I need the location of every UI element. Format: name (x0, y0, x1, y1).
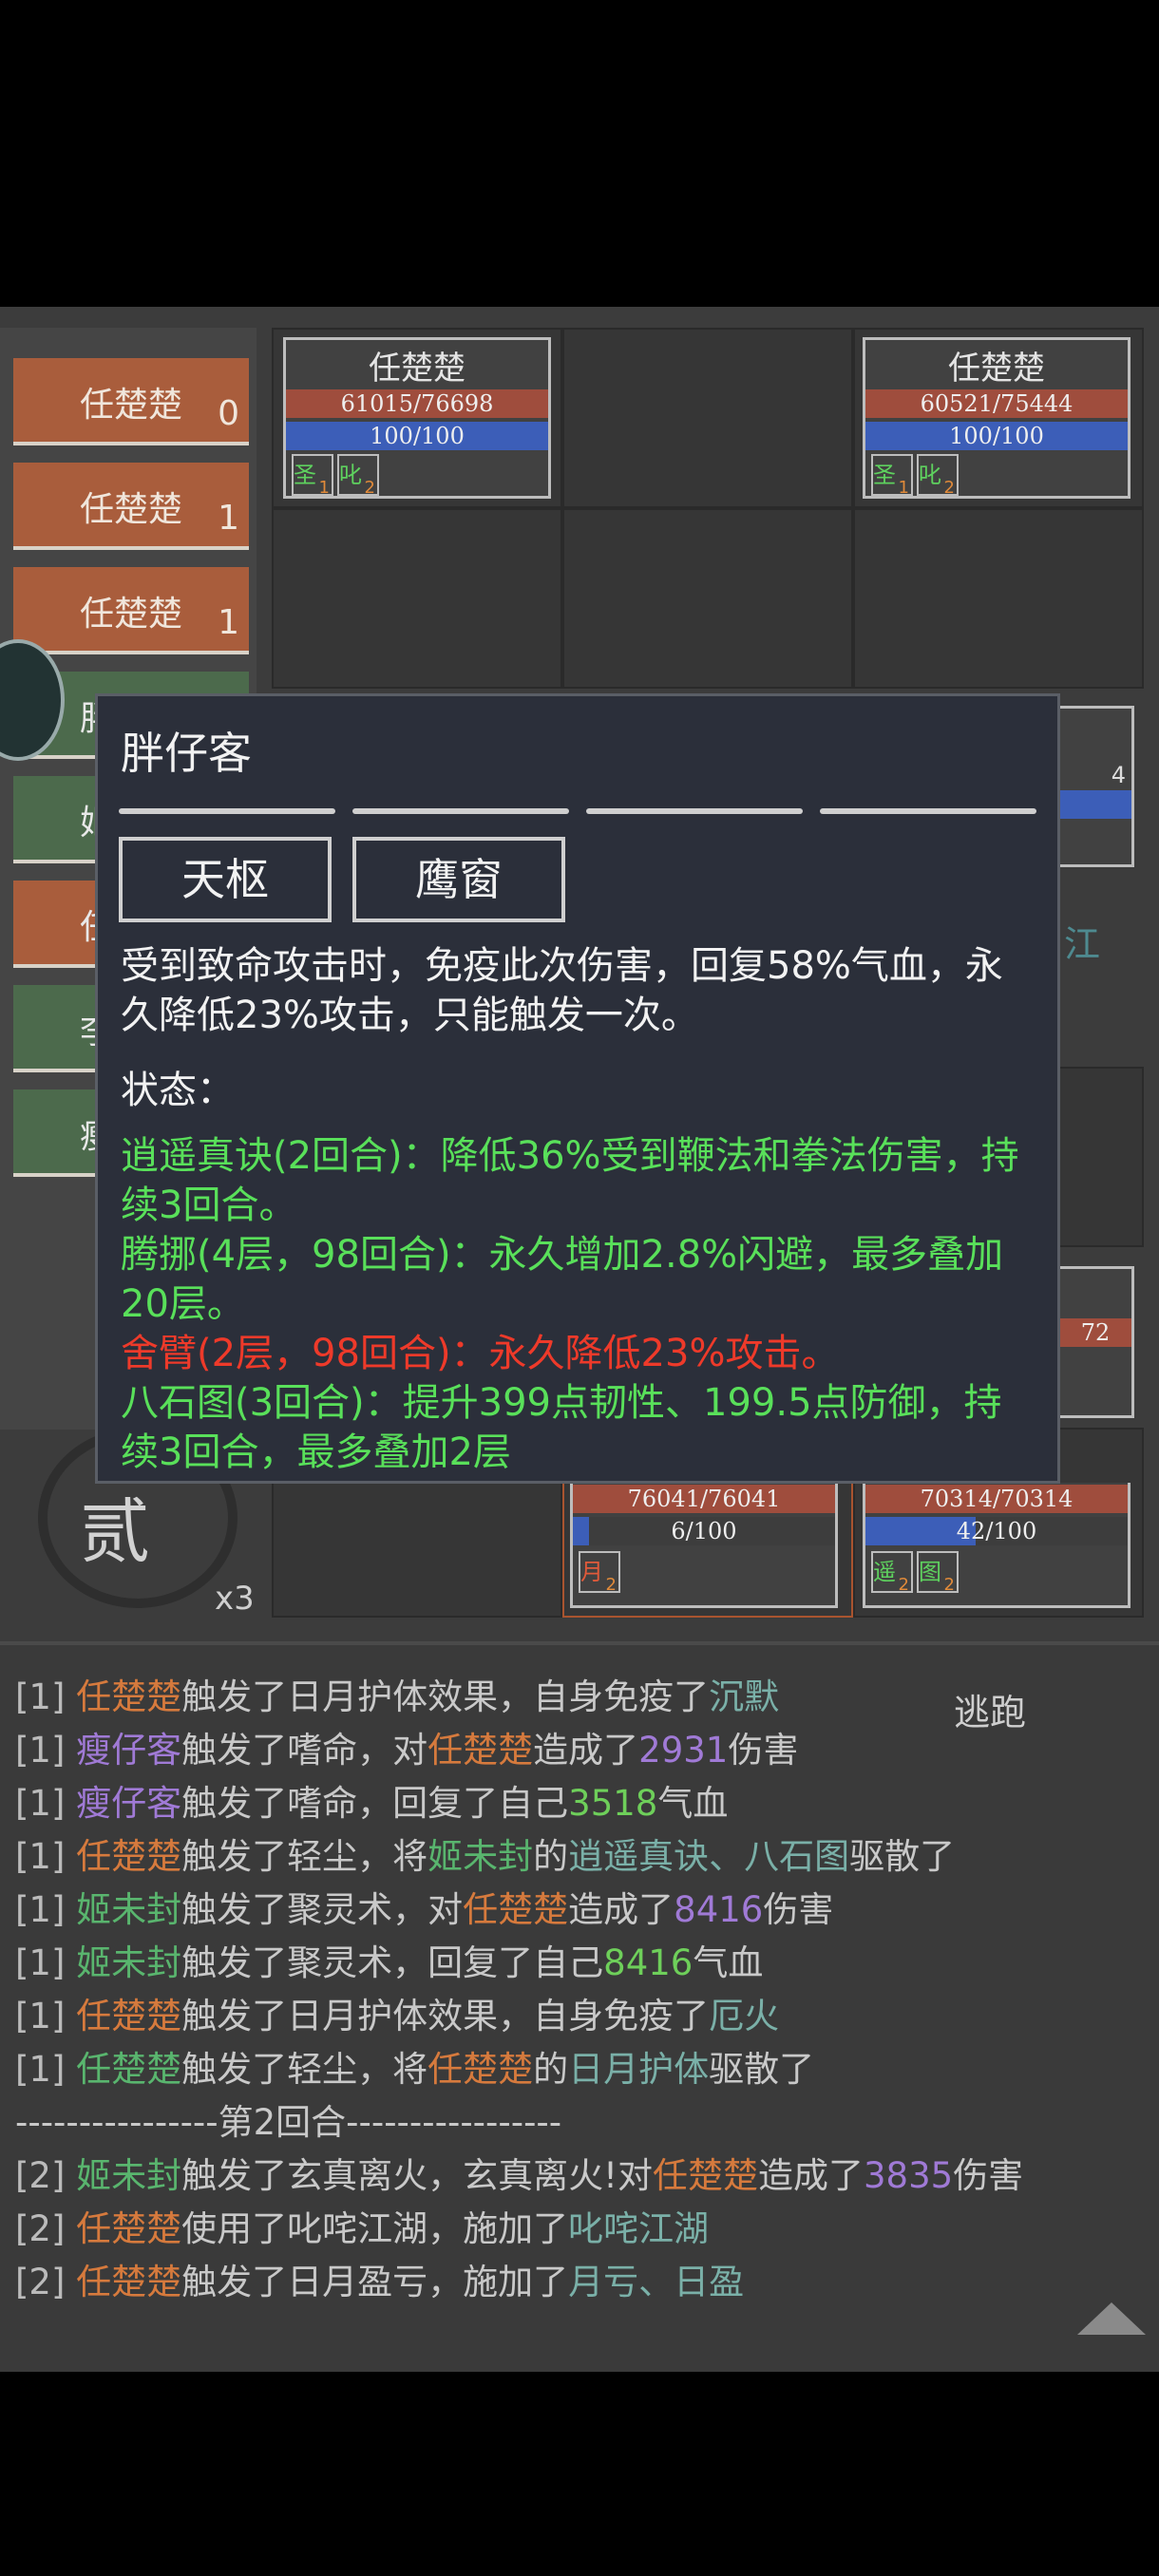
turn-name: 任楚楚 (80, 490, 183, 529)
log-entry: [1] 姬未封触发了聚灵术，回复了自己8416气血 (15, 1942, 764, 1983)
grid-cell[interactable] (562, 328, 853, 508)
unit-name: 任楚楚 (369, 350, 466, 388)
status-entry: 八石图(3回合)：提升399点韧性、199.5点防御，持续3回合，最多叠加2层 (121, 1381, 1002, 1474)
log-entry: [1] 任楚楚触发了轻尘，将任楚楚的日月护体驱散了 (15, 2049, 815, 2090)
log-entry: [1] 姬未封触发了聚灵术，对任楚楚造成了8416伤害 (15, 1889, 834, 1930)
river-label: 江 (1064, 923, 1101, 965)
unit-card[interactable]: 任楚楚 60521/75444 100/100 圣1 叱2 (863, 337, 1130, 499)
log-entry: [2] 姬未封触发了玄真离火，玄真离火!对任楚楚造成了3835伤害 (15, 2155, 1024, 2196)
status-entry: 舍臂(2层，98回合)：永久降低23%攻击。 (121, 1332, 840, 1375)
unit-card-partial[interactable]: 4 (1056, 706, 1134, 867)
trait-tag[interactable]: 天枢 (119, 837, 332, 922)
trait-description: 受到致命攻击时，免疫此次伤害，回复58%气血，永久降低23%攻击，只能触发一次。 (121, 944, 1003, 1037)
status-label: 状态： (121, 1069, 235, 1112)
hp-bar: 61015/76698 (286, 389, 548, 418)
turn-order-item[interactable]: 任楚楚 1 (13, 463, 249, 550)
flee-button[interactable]: 逃跑 (954, 1683, 1026, 1735)
scroll-up-icon[interactable] (1077, 2302, 1146, 2335)
grid-cell[interactable] (562, 508, 853, 689)
buff-icon[interactable]: 遥2 (871, 1551, 913, 1595)
unit-card-partial[interactable]: 72 (1056, 1266, 1134, 1418)
buff-icon[interactable]: 月2 (579, 1551, 620, 1595)
turn-name: 任楚楚 (80, 595, 183, 634)
buff-icon[interactable]: 圣1 (871, 454, 913, 498)
speed-button[interactable]: x3 (215, 1580, 255, 1618)
log-entry: ----------------第2回合----------------- (15, 2102, 562, 2143)
round-number: 贰 (80, 1491, 150, 1573)
status-entry: 逍遥真诀(2回合)：降低36%受到鞭法和拳法伤害，持续3回合。 (121, 1134, 1019, 1227)
divider (352, 808, 569, 814)
divider (586, 808, 803, 814)
buff-icon[interactable]: 图2 (917, 1551, 959, 1595)
grid-cell[interactable] (1054, 1067, 1144, 1247)
log-entry: [1] 任楚楚触发了日月护体效果，自身免疫了厄火 (15, 1996, 780, 2036)
buff-icon[interactable]: 叱2 (337, 454, 379, 498)
turn-number: 1 (218, 499, 239, 538)
unit-tooltip: 胖仔客 天枢 鹰窗 受到致命攻击时，免疫此次伤害，回复58%气血，永久降低23%… (95, 693, 1060, 1484)
hp-bar: 76041/76041 (573, 1485, 835, 1513)
mp-bar: 6/100 (573, 1517, 835, 1545)
log-entry: [2] 任楚楚触发了日月盈亏，施加了月亏、日盈 (15, 2262, 745, 2302)
divider (119, 808, 335, 814)
turn-order-item[interactable]: 任楚楚 1 (13, 567, 249, 654)
grid-cell[interactable] (272, 508, 562, 689)
log-entry: [2] 任楚楚使用了叱咤江湖，施加了叱咤江湖 (15, 2208, 710, 2249)
grid-cell[interactable] (853, 508, 1144, 689)
hp-bar: 60521/75444 (865, 389, 1128, 418)
status-entry: 腾挪(4层，98回合)：永久增加2.8%闪避，最多叠加20层。 (121, 1233, 1004, 1326)
tooltip-unit-name: 胖仔客 (121, 728, 252, 779)
log-entry: [1] 任楚楚触发了日月护体效果，自身免疫了沉默 (15, 1676, 780, 1717)
turn-number: 0 (218, 394, 239, 433)
log-entry: [1] 任楚楚触发了轻尘，将姬未封的逍遥真诀、八石图驱散了 (15, 1836, 956, 1877)
mp-bar: 100/100 (286, 422, 548, 450)
trait-tag[interactable]: 鹰窗 (352, 837, 565, 922)
buff-icon[interactable]: 圣1 (292, 454, 333, 498)
unit-card[interactable]: 76041/76041 6/100 月2 (570, 1483, 838, 1608)
mp-bar: 42/100 (865, 1517, 1128, 1545)
turn-number: 1 (218, 603, 239, 642)
hp-bar: 72 (1059, 1318, 1131, 1347)
log-entry: [1] 瘦仔客触发了嗜命，对任楚楚造成了2931伤害 (15, 1730, 799, 1771)
hp-bar: 70314/70314 (865, 1485, 1128, 1513)
unit-name: 任楚楚 (948, 350, 1045, 388)
mp-bar: 100/100 (865, 422, 1128, 450)
unit-card[interactable]: 70314/70314 42/100 遥2 图2 (863, 1483, 1130, 1608)
battle-log[interactable]: [1] 任楚楚触发了日月护体效果，自身免疫了沉默 [1] 瘦仔客触发了嗜命，对任楚… (0, 1641, 1159, 2372)
unit-card[interactable]: 任楚楚 61015/76698 100/100 圣1 叱2 (283, 337, 551, 499)
divider (820, 808, 1036, 814)
buff-icon[interactable]: 叱2 (917, 454, 959, 498)
turn-name: 任楚楚 (80, 386, 183, 425)
turn-order-item[interactable]: 任楚楚 0 (13, 358, 249, 445)
mp-bar (1059, 790, 1131, 819)
log-entry: [1] 瘦仔客触发了嗜命，回复了自己3518气血 (15, 1783, 729, 1824)
